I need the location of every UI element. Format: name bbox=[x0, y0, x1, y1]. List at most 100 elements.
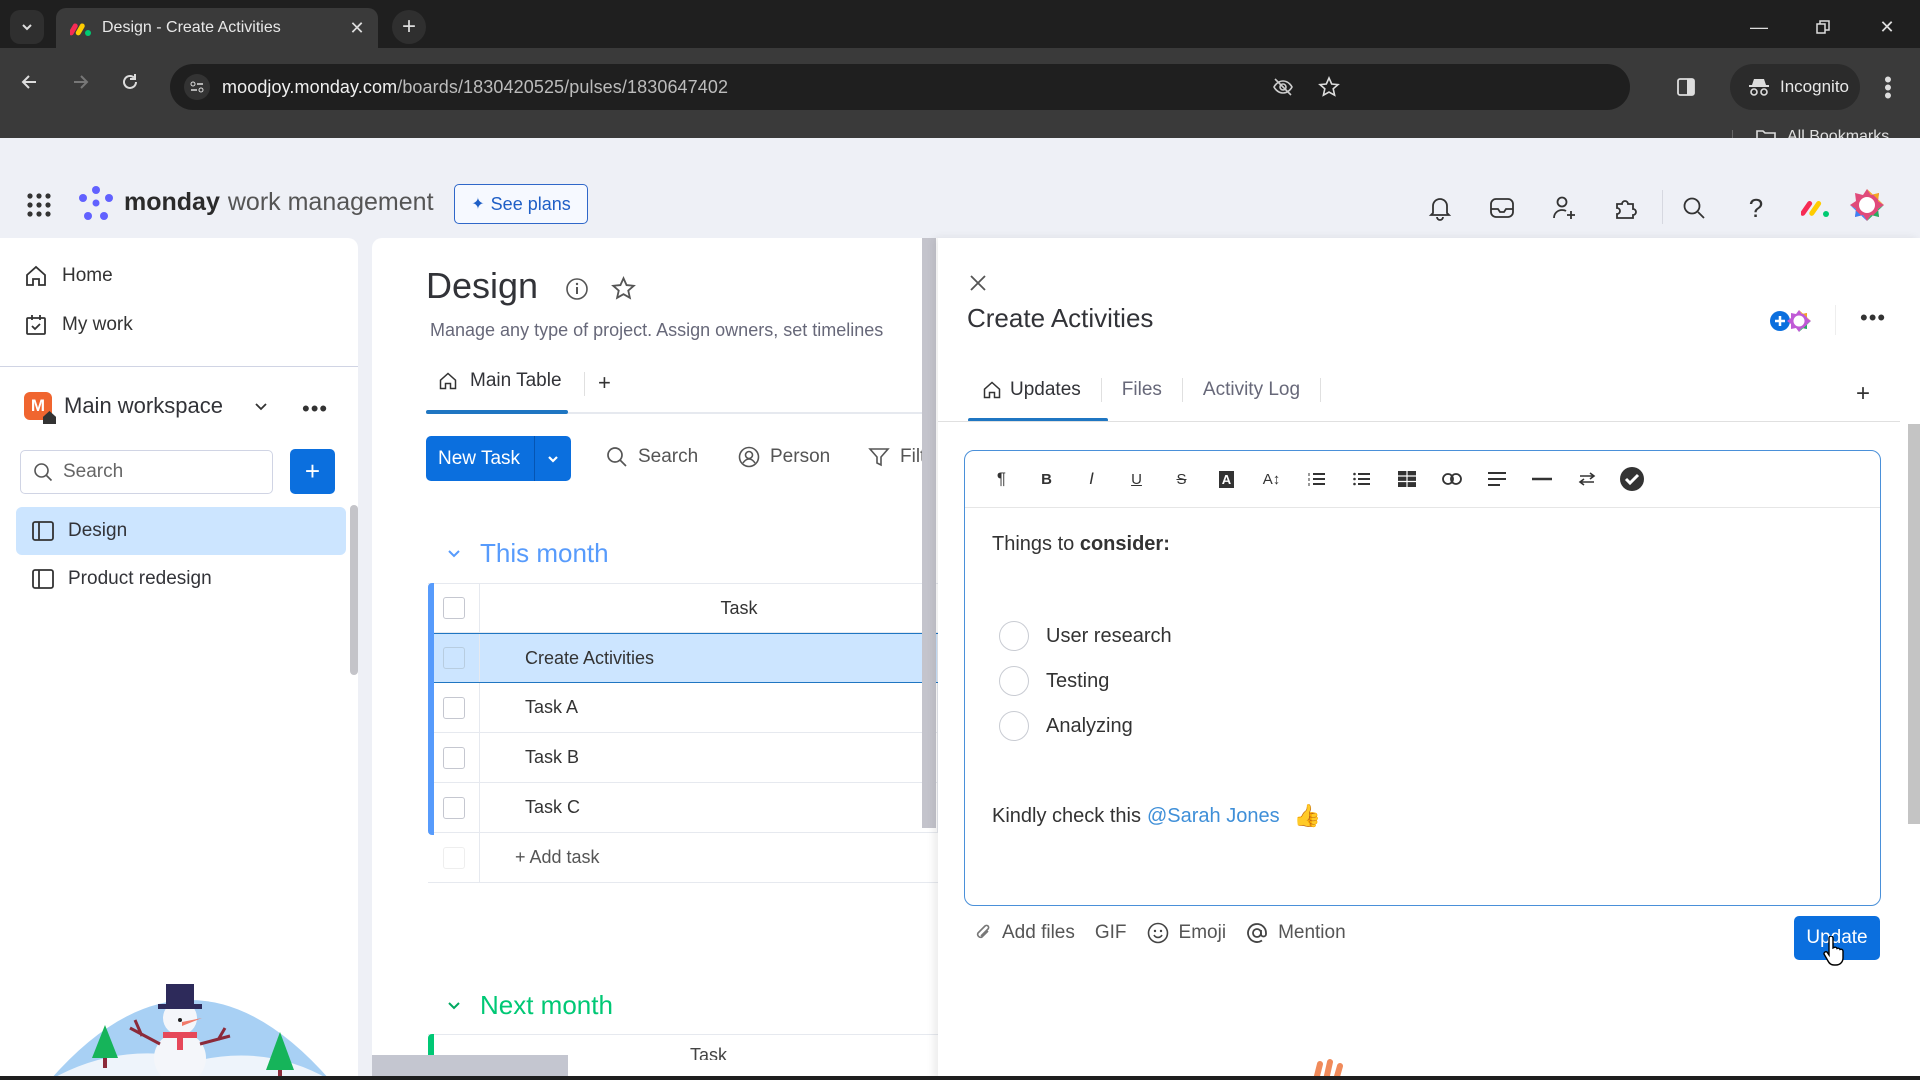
divider-icon[interactable] bbox=[1519, 459, 1564, 499]
user-avatar[interactable] bbox=[1848, 186, 1886, 224]
notifications-icon[interactable] bbox=[1424, 192, 1456, 224]
row-checkbox[interactable] bbox=[428, 733, 480, 782]
workspace-selector[interactable]: M Main workspace bbox=[24, 392, 269, 424]
apps-marketplace-icon[interactable] bbox=[1610, 192, 1642, 224]
minimize-icon[interactable]: — bbox=[1744, 12, 1774, 42]
tab-activity-log[interactable]: Activity Log bbox=[1183, 379, 1320, 401]
restore-icon[interactable] bbox=[1808, 12, 1838, 42]
checklist-item[interactable]: User research bbox=[999, 621, 1172, 651]
tracking-protection-icon[interactable] bbox=[1272, 76, 1294, 98]
board-scrollbar[interactable] bbox=[922, 238, 936, 828]
invite-members-icon[interactable] bbox=[1548, 192, 1580, 224]
new-tab-button[interactable]: + bbox=[392, 10, 426, 44]
new-task-dropdown[interactable] bbox=[534, 436, 571, 481]
align-icon[interactable] bbox=[1474, 459, 1519, 499]
sidebar-board-design[interactable]: Design bbox=[16, 507, 346, 555]
task-name[interactable]: Task C bbox=[480, 783, 938, 832]
board-title[interactable]: Design bbox=[426, 265, 538, 307]
mention-button[interactable]: Mention bbox=[1246, 922, 1346, 944]
checklist-checkbox[interactable] bbox=[999, 666, 1029, 696]
browser-tab[interactable]: Design - Create Activities ✕ bbox=[56, 8, 378, 48]
close-panel-icon[interactable] bbox=[963, 268, 993, 298]
bold-icon[interactable]: B bbox=[1024, 459, 1069, 499]
bulleted-list-icon[interactable] bbox=[1339, 459, 1384, 499]
gif-button[interactable]: GIF bbox=[1095, 922, 1127, 944]
new-task-button[interactable]: New Task bbox=[426, 436, 571, 481]
table-row[interactable]: Task B bbox=[428, 733, 938, 783]
checklist-checkbox[interactable] bbox=[999, 711, 1029, 741]
row-checkbox[interactable] bbox=[428, 683, 480, 732]
group-this-month[interactable]: This month bbox=[446, 538, 609, 569]
emoji-button[interactable]: Emoji bbox=[1147, 922, 1226, 944]
sidebar-search-input[interactable]: Search bbox=[20, 450, 273, 494]
inbox-icon[interactable] bbox=[1486, 192, 1518, 224]
underline-icon[interactable]: U bbox=[1114, 459, 1159, 499]
sidebar-board-product-redesign[interactable]: Product redesign bbox=[16, 555, 346, 603]
reload-icon[interactable] bbox=[112, 64, 148, 100]
board-info-icon[interactable] bbox=[565, 277, 589, 301]
back-icon[interactable] bbox=[12, 64, 48, 100]
row-checkbox[interactable] bbox=[428, 634, 480, 682]
checklist-item[interactable]: Testing bbox=[999, 666, 1109, 696]
table-row[interactable]: Task C bbox=[428, 783, 938, 833]
app-switcher-icon[interactable] bbox=[26, 192, 52, 218]
task-name[interactable]: Task B bbox=[480, 733, 938, 782]
add-files-button[interactable]: Add files bbox=[974, 922, 1075, 944]
add-view-button[interactable]: + bbox=[598, 370, 611, 396]
tab-updates[interactable]: Updates bbox=[982, 379, 1101, 401]
table-row[interactable]: Task A bbox=[428, 683, 938, 733]
sidebar-item-my-work[interactable]: My work bbox=[24, 313, 133, 337]
link-icon[interactable] bbox=[1429, 459, 1474, 499]
person-filter-button[interactable]: Person bbox=[738, 446, 830, 468]
add-board-button[interactable]: + bbox=[290, 449, 335, 494]
browser-menu-icon[interactable]: • • • bbox=[1880, 69, 1896, 107]
checklist-item[interactable]: Analyzing bbox=[999, 711, 1133, 741]
italic-icon[interactable]: I bbox=[1069, 459, 1114, 499]
user-mention[interactable]: @Sarah Jones bbox=[1147, 805, 1280, 828]
text-color-icon[interactable]: A bbox=[1204, 459, 1249, 499]
tab-files[interactable]: Files bbox=[1102, 379, 1182, 401]
incognito-indicator[interactable]: Incognito bbox=[1730, 64, 1860, 110]
checklist-checkbox[interactable] bbox=[999, 621, 1029, 651]
sidebar-item-home[interactable]: Home bbox=[24, 264, 113, 288]
numbered-list-icon[interactable] bbox=[1294, 459, 1339, 499]
subscribers-avatars[interactable] bbox=[1768, 308, 1812, 334]
tab-search-button[interactable] bbox=[10, 10, 44, 44]
monday-products-icon[interactable] bbox=[1800, 192, 1832, 224]
site-info-icon[interactable] bbox=[184, 74, 210, 100]
side-panel-icon[interactable] bbox=[1676, 77, 1696, 97]
task-name[interactable]: Create Activities bbox=[480, 634, 938, 682]
checklist-icon[interactable] bbox=[1609, 459, 1654, 499]
update-editor[interactable]: ¶ B I U S A A↕ Things to consider: User … bbox=[964, 450, 1881, 906]
help-icon[interactable]: ? bbox=[1740, 192, 1772, 224]
add-view-button[interactable]: + bbox=[1856, 380, 1870, 408]
add-task-row[interactable]: + Add task bbox=[428, 833, 938, 883]
strikethrough-icon[interactable]: S bbox=[1159, 459, 1204, 499]
bookmark-star-icon[interactable] bbox=[1318, 76, 1340, 98]
table-icon[interactable] bbox=[1384, 459, 1429, 499]
group-next-month[interactable]: Next month bbox=[446, 990, 613, 1021]
task-name[interactable]: Task A bbox=[480, 683, 938, 732]
favorite-star-icon[interactable] bbox=[611, 276, 636, 301]
panel-scrollbar[interactable] bbox=[1908, 424, 1920, 824]
select-all-checkbox[interactable] bbox=[428, 584, 480, 632]
search-icon[interactable] bbox=[1678, 192, 1710, 224]
item-title[interactable]: Create Activities bbox=[967, 303, 1153, 334]
workspace-more-icon[interactable]: ••• bbox=[302, 396, 328, 422]
address-bar[interactable]: moodjoy.monday.com/boards/1830420525/pul… bbox=[170, 64, 1630, 110]
see-plans-button[interactable]: ✦ See plans bbox=[454, 184, 588, 224]
sidebar-scrollbar[interactable] bbox=[350, 505, 358, 675]
filter-button[interactable]: Filter bbox=[868, 446, 922, 468]
table-row[interactable]: Create Activities bbox=[428, 633, 938, 683]
item-more-icon[interactable]: ••• bbox=[1860, 305, 1886, 331]
close-tab-icon[interactable]: ✕ bbox=[342, 13, 372, 43]
board-search-button[interactable]: Search bbox=[606, 446, 698, 468]
font-size-icon[interactable]: A↕ bbox=[1249, 459, 1294, 499]
forward-icon[interactable] bbox=[62, 64, 98, 100]
add-task-input[interactable]: + Add task bbox=[480, 833, 938, 882]
text-direction-icon[interactable] bbox=[1564, 459, 1609, 499]
row-checkbox[interactable] bbox=[428, 783, 480, 832]
close-window-icon[interactable]: ✕ bbox=[1872, 12, 1902, 42]
view-tab-main-table[interactable]: Main Table bbox=[438, 370, 562, 392]
paragraph-icon[interactable]: ¶ bbox=[979, 459, 1024, 499]
